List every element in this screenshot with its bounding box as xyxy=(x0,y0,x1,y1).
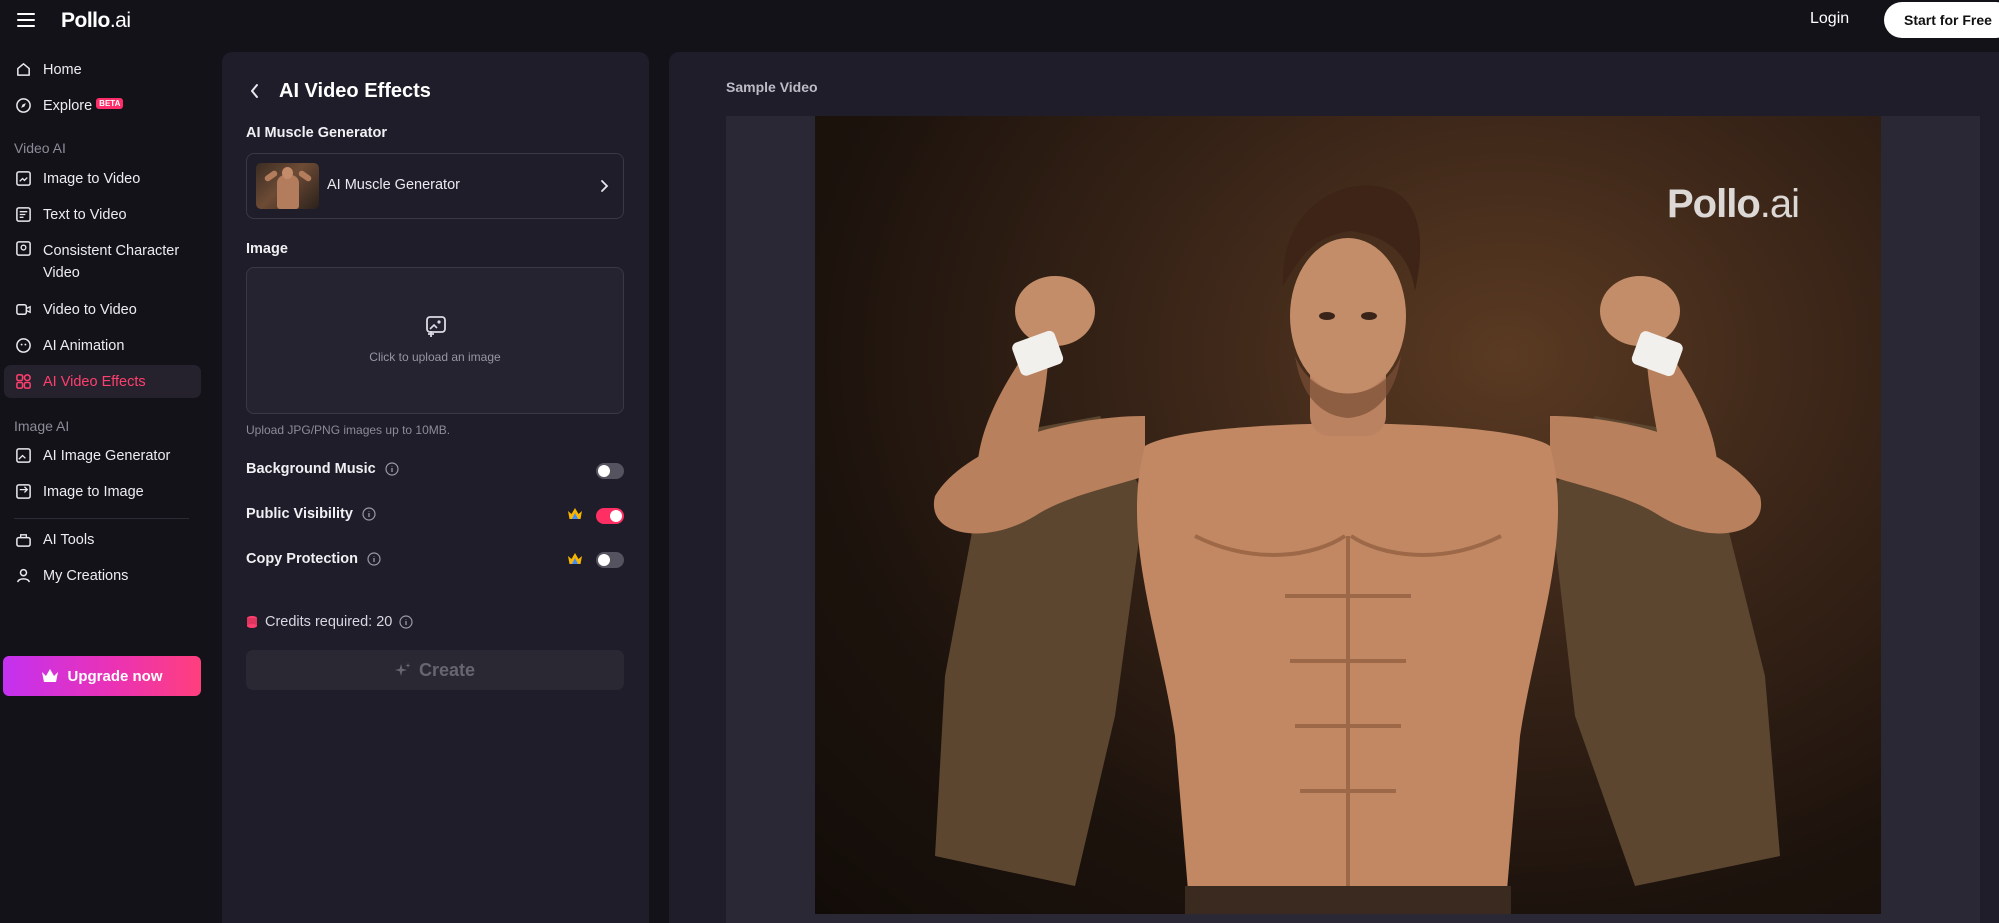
effect-thumbnail xyxy=(256,163,319,209)
effect-label: AI Muscle Generator xyxy=(246,125,388,141)
sparkle-icon xyxy=(394,663,411,676)
sidebar-item-label: Image to Image xyxy=(43,483,144,500)
sidebar-item-consistent-character-video[interactable]: Consistent Character Video xyxy=(4,234,201,281)
sample-video-image xyxy=(933,185,1780,914)
create-button[interactable]: Create xyxy=(246,650,624,690)
label-line-2: Video xyxy=(43,265,80,281)
credits-text: Credits required: 20 xyxy=(265,614,393,630)
video-video-icon xyxy=(16,304,31,315)
sidebar-item-ai-tools[interactable]: AI Tools xyxy=(4,523,201,556)
effect-selector[interactable]: AI Muscle Generator xyxy=(246,153,624,219)
copy-protection-label: Copy Protection xyxy=(246,551,381,567)
watermark: Pollo.ai xyxy=(1667,182,1800,227)
text-video-icon xyxy=(16,207,31,222)
sidebar-item-label: AI Video Effects xyxy=(43,373,146,390)
sidebar-item-label: Text to Video xyxy=(43,206,127,223)
upgrade-label: Upgrade now xyxy=(67,667,163,685)
sidebar-item-label: Explore BETA xyxy=(43,97,124,114)
sidebar: Home Explore BETA Video AI Image to Video… xyxy=(0,42,210,923)
home-icon xyxy=(17,63,30,76)
credits-required: Credits required: 20 xyxy=(246,614,420,630)
chevron-right-icon xyxy=(601,180,609,192)
upload-hint: Upload JPG/PNG images up to 10MB. xyxy=(246,423,451,437)
logo-text: Pollo xyxy=(61,9,110,32)
create-label: Create xyxy=(418,659,476,680)
sidebar-item-label: My Creations xyxy=(43,567,129,584)
animation-icon xyxy=(16,338,31,353)
character-icon xyxy=(16,241,31,256)
label-line-1: Consistent Character xyxy=(43,243,180,259)
sidebar-item-ai-animation[interactable]: AI Animation xyxy=(4,329,201,362)
copy-protection-toggle[interactable] xyxy=(596,552,624,568)
sidebar-item-video-to-video[interactable]: Video to Video xyxy=(4,293,201,326)
user-icon xyxy=(17,568,30,583)
sample-video-label: Sample Video xyxy=(726,79,818,95)
upgrade-button[interactable]: Upgrade now xyxy=(3,656,201,696)
login-link[interactable]: Login xyxy=(1810,10,1849,28)
back-arrow-icon[interactable] xyxy=(249,83,261,99)
watermark-suffix: .ai xyxy=(1759,182,1800,226)
image-generator-icon xyxy=(16,448,31,463)
effects-icon xyxy=(16,374,31,389)
crown-icon xyxy=(42,669,59,682)
compass-icon xyxy=(16,98,31,113)
upload-image-icon xyxy=(426,316,446,337)
info-icon[interactable] xyxy=(385,462,399,476)
info-icon[interactable] xyxy=(367,552,381,566)
section-label-image-ai: Image AI xyxy=(14,418,70,434)
image-label: Image xyxy=(246,241,288,257)
info-icon[interactable] xyxy=(399,615,413,629)
logo-suffix: .ai xyxy=(109,9,131,32)
beta-badge: BETA xyxy=(96,97,124,109)
info-icon[interactable] xyxy=(362,507,376,521)
premium-crown-icon xyxy=(568,508,582,519)
sidebar-item-label: Image to Video xyxy=(43,170,141,187)
preview-panel: Sample Video Pollo.ai xyxy=(669,52,1999,923)
sidebar-item-label: Home xyxy=(43,61,82,78)
sidebar-item-text-to-video[interactable]: Text to Video xyxy=(4,198,201,231)
option-label: Background Music xyxy=(246,461,376,477)
sample-video[interactable]: Pollo.ai xyxy=(815,116,1881,914)
explore-text: Explore xyxy=(43,97,93,114)
sidebar-divider xyxy=(14,518,189,519)
settings-panel: AI Video Effects AI Muscle Generator AI … xyxy=(222,52,649,923)
sidebar-item-label: Video to Video xyxy=(43,301,137,318)
tools-icon xyxy=(16,534,31,547)
panel-title: AI Video Effects xyxy=(279,80,431,102)
background-music-label: Background Music xyxy=(246,461,399,477)
public-visibility-toggle[interactable] xyxy=(596,508,624,524)
sidebar-item-explore[interactable]: Explore BETA xyxy=(4,89,201,122)
sidebar-item-label: AI Animation xyxy=(43,337,125,354)
image-image-icon xyxy=(16,484,31,499)
coins-icon xyxy=(247,616,257,628)
sidebar-item-home[interactable]: Home xyxy=(4,53,201,86)
video-frame: Pollo.ai xyxy=(726,116,1980,923)
menu-icon[interactable] xyxy=(17,13,35,27)
sidebar-item-my-creations[interactable]: My Creations xyxy=(4,559,201,592)
top-bar: Pollo.ai Login Start for Free xyxy=(0,0,1999,42)
option-label: Copy Protection xyxy=(246,551,358,567)
upload-text: Click to upload an image xyxy=(369,350,501,364)
watermark-text: Pollo xyxy=(1667,182,1761,226)
sidebar-item-ai-image-generator[interactable]: AI Image Generator xyxy=(4,439,201,472)
sidebar-item-label: AI Tools xyxy=(43,531,95,548)
image-upload-area[interactable]: Click to upload an image xyxy=(246,267,624,414)
premium-crown-icon xyxy=(568,553,582,564)
image-video-icon xyxy=(16,171,31,186)
sidebar-item-label: Consistent Character Video xyxy=(43,240,179,284)
start-for-free-button[interactable]: Start for Free xyxy=(1884,2,1999,38)
effect-name: AI Muscle Generator xyxy=(327,177,460,193)
public-visibility-label: Public Visibility xyxy=(246,506,376,522)
sidebar-item-image-to-video[interactable]: Image to Video xyxy=(4,162,201,195)
sidebar-item-image-to-image[interactable]: Image to Image xyxy=(4,475,201,508)
sidebar-item-label: AI Image Generator xyxy=(43,447,171,464)
option-label: Public Visibility xyxy=(246,506,353,522)
logo[interactable]: Pollo.ai xyxy=(61,9,131,33)
background-music-toggle[interactable] xyxy=(596,463,624,479)
section-label-video-ai: Video AI xyxy=(14,140,66,156)
sidebar-item-ai-video-effects[interactable]: AI Video Effects xyxy=(4,365,201,398)
